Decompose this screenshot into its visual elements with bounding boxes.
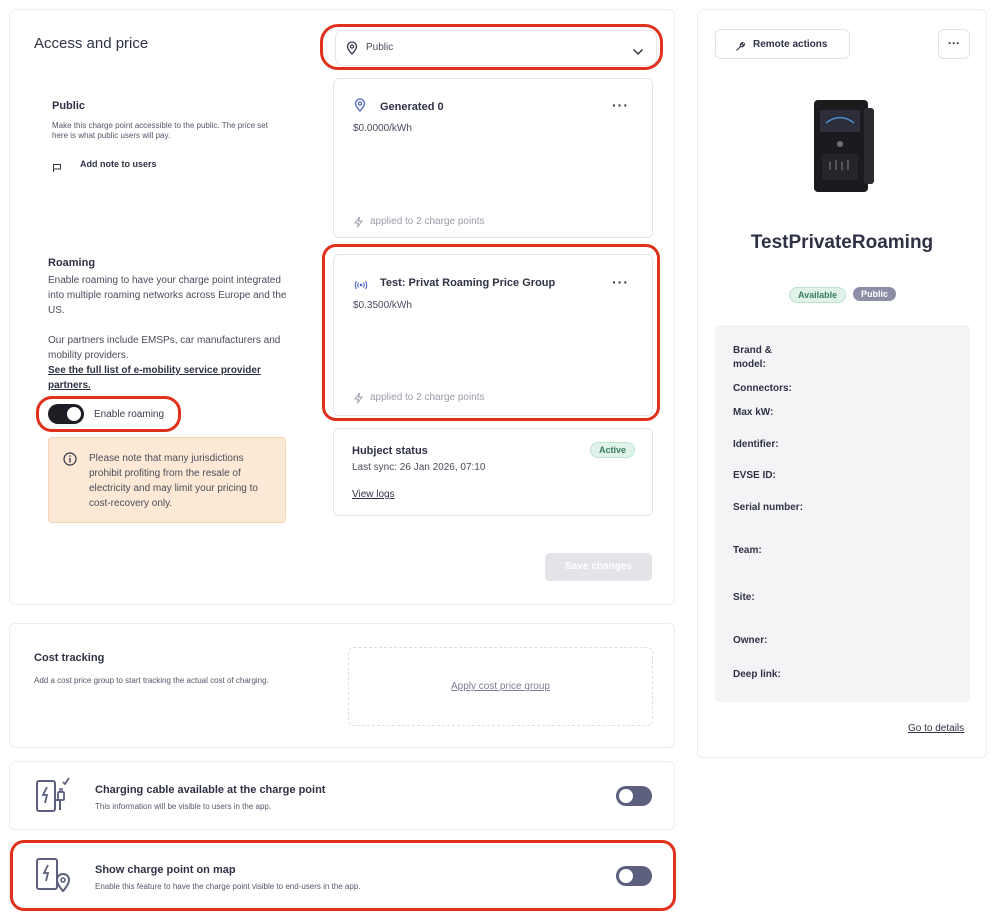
public-price-menu-button[interactable]: ··· xyxy=(612,97,629,113)
apply-cost-price-group-link[interactable]: Apply cost price group xyxy=(349,681,652,692)
charging-cable-title: Charging cable available at the charge p… xyxy=(95,784,326,796)
charge-point-sidebar: Remote actions ··· TestPrivateRoaming Av… xyxy=(697,9,987,758)
bolt-icon xyxy=(353,391,364,409)
hubject-status-badge: Active xyxy=(590,442,636,458)
flag-icon xyxy=(52,160,62,178)
view-logs-link[interactable]: View logs xyxy=(352,489,395,500)
show-on-map-card: Show charge point on map Enable this fea… xyxy=(9,842,675,910)
public-price-name: Generated 0 xyxy=(380,101,444,113)
roaming-price-value: $0.3500/kWh xyxy=(353,300,412,311)
roaming-warning-text: Please note that many jurisdictions proh… xyxy=(89,453,258,509)
roaming-partners-text: Our partners include EMSPs, car manufact… xyxy=(48,335,281,361)
public-price-applied: applied to 2 charge points xyxy=(370,216,485,227)
public-description: Make this charge point accessible to the… xyxy=(52,121,268,140)
access-price-card: Access and price Public Public Make this… xyxy=(9,9,675,605)
hubject-title: Hubject status xyxy=(352,445,428,457)
cost-tracking-description: Add a cost price group to start tracking… xyxy=(34,676,269,685)
save-changes-button[interactable]: Save changes xyxy=(545,553,652,581)
location-pin-icon xyxy=(346,41,358,60)
spec-team: Team: xyxy=(733,545,762,556)
public-price-value: $0.0000/kWh xyxy=(353,123,412,134)
apply-cost-dropzone[interactable]: Apply cost price group xyxy=(348,647,653,726)
hubject-status-card: Hubject status Last sync: 26 Jan 2026, 0… xyxy=(333,428,653,516)
hubject-last-sync: Last sync: 26 Jan 2026, 07:10 xyxy=(352,462,486,473)
roaming-price-name: Test: Privat Roaming Price Group xyxy=(380,277,556,289)
enable-roaming-label: Enable roaming xyxy=(94,409,165,420)
toggle-knob xyxy=(619,789,633,803)
show-on-map-description: Enable this feature to have the charge p… xyxy=(95,882,361,891)
info-icon xyxy=(63,452,77,471)
charging-cable-description: This information will be visible to user… xyxy=(95,802,272,811)
access-dropdown[interactable]: Public xyxy=(335,30,657,66)
public-badge: Public xyxy=(853,287,897,301)
add-note-label: Add note to users xyxy=(80,159,157,169)
spec-deep-link: Deep link: xyxy=(733,669,781,680)
wrench-icon xyxy=(735,39,746,57)
roaming-title: Roaming xyxy=(48,257,96,269)
spec-site: Site: xyxy=(733,592,755,603)
roaming-price-card[interactable]: Test: Privat Roaming Price Group ··· $0.… xyxy=(333,254,653,416)
charging-cable-toggle[interactable] xyxy=(616,786,652,806)
remote-actions-label: Remote actions xyxy=(753,39,828,50)
toggle-knob xyxy=(619,869,633,883)
public-title: Public xyxy=(52,100,86,112)
spec-evse-id: EVSE ID: xyxy=(733,470,776,481)
go-to-details-link[interactable]: Go to details xyxy=(908,723,964,734)
spec-owner: Owner: xyxy=(733,635,768,646)
pin-icon xyxy=(354,98,366,117)
chevron-down-icon xyxy=(632,43,644,61)
remote-actions-button[interactable]: Remote actions xyxy=(715,29,850,59)
available-badge: Available xyxy=(789,287,847,303)
specs-panel: Brand & model: Connectors: Max kW: Ident… xyxy=(715,325,970,702)
add-note-button[interactable]: Add note to users xyxy=(52,159,192,173)
roaming-warning-note: Please note that many jurisdictions proh… xyxy=(48,437,286,523)
roaming-price-applied: applied to 2 charge points xyxy=(370,392,485,403)
roaming-signal-icon xyxy=(354,277,368,295)
show-on-map-title: Show charge point on map xyxy=(95,864,236,876)
show-on-map-toggle[interactable] xyxy=(616,866,652,886)
partners-list-link[interactable]: See the full list of e-mobility service … xyxy=(48,363,278,393)
enable-roaming-toggle[interactable] xyxy=(48,404,84,424)
charge-point-name: TestPrivateRoaming xyxy=(750,232,934,253)
access-dropdown-value: Public xyxy=(366,42,394,53)
spec-identifier: Identifier: xyxy=(733,439,779,450)
charger-map-pin-icon xyxy=(34,856,74,901)
spec-serial-number: Serial number: xyxy=(733,502,804,513)
toggle-knob xyxy=(67,407,81,421)
spec-max-kw: Max kW: xyxy=(733,407,774,418)
cost-tracking-card: Cost tracking Add a cost price group to … xyxy=(9,623,675,748)
bolt-icon xyxy=(353,215,364,233)
cost-tracking-title: Cost tracking xyxy=(34,652,105,664)
spec-connectors: Connectors: xyxy=(733,383,792,394)
public-price-card[interactable]: Generated 0 ··· $0.0000/kWh applied to 2… xyxy=(333,78,653,238)
charging-cable-card: Charging cable available at the charge p… xyxy=(9,761,675,830)
roaming-price-menu-button[interactable]: ··· xyxy=(612,274,629,290)
access-price-title: Access and price xyxy=(34,35,149,52)
roaming-description: Enable roaming to have your charge point… xyxy=(48,275,287,316)
charger-image xyxy=(808,98,878,196)
spec-brand-model: Brand & model: xyxy=(733,345,772,370)
charger-cable-icon xyxy=(34,776,74,821)
sidebar-more-button[interactable]: ··· xyxy=(938,29,970,59)
